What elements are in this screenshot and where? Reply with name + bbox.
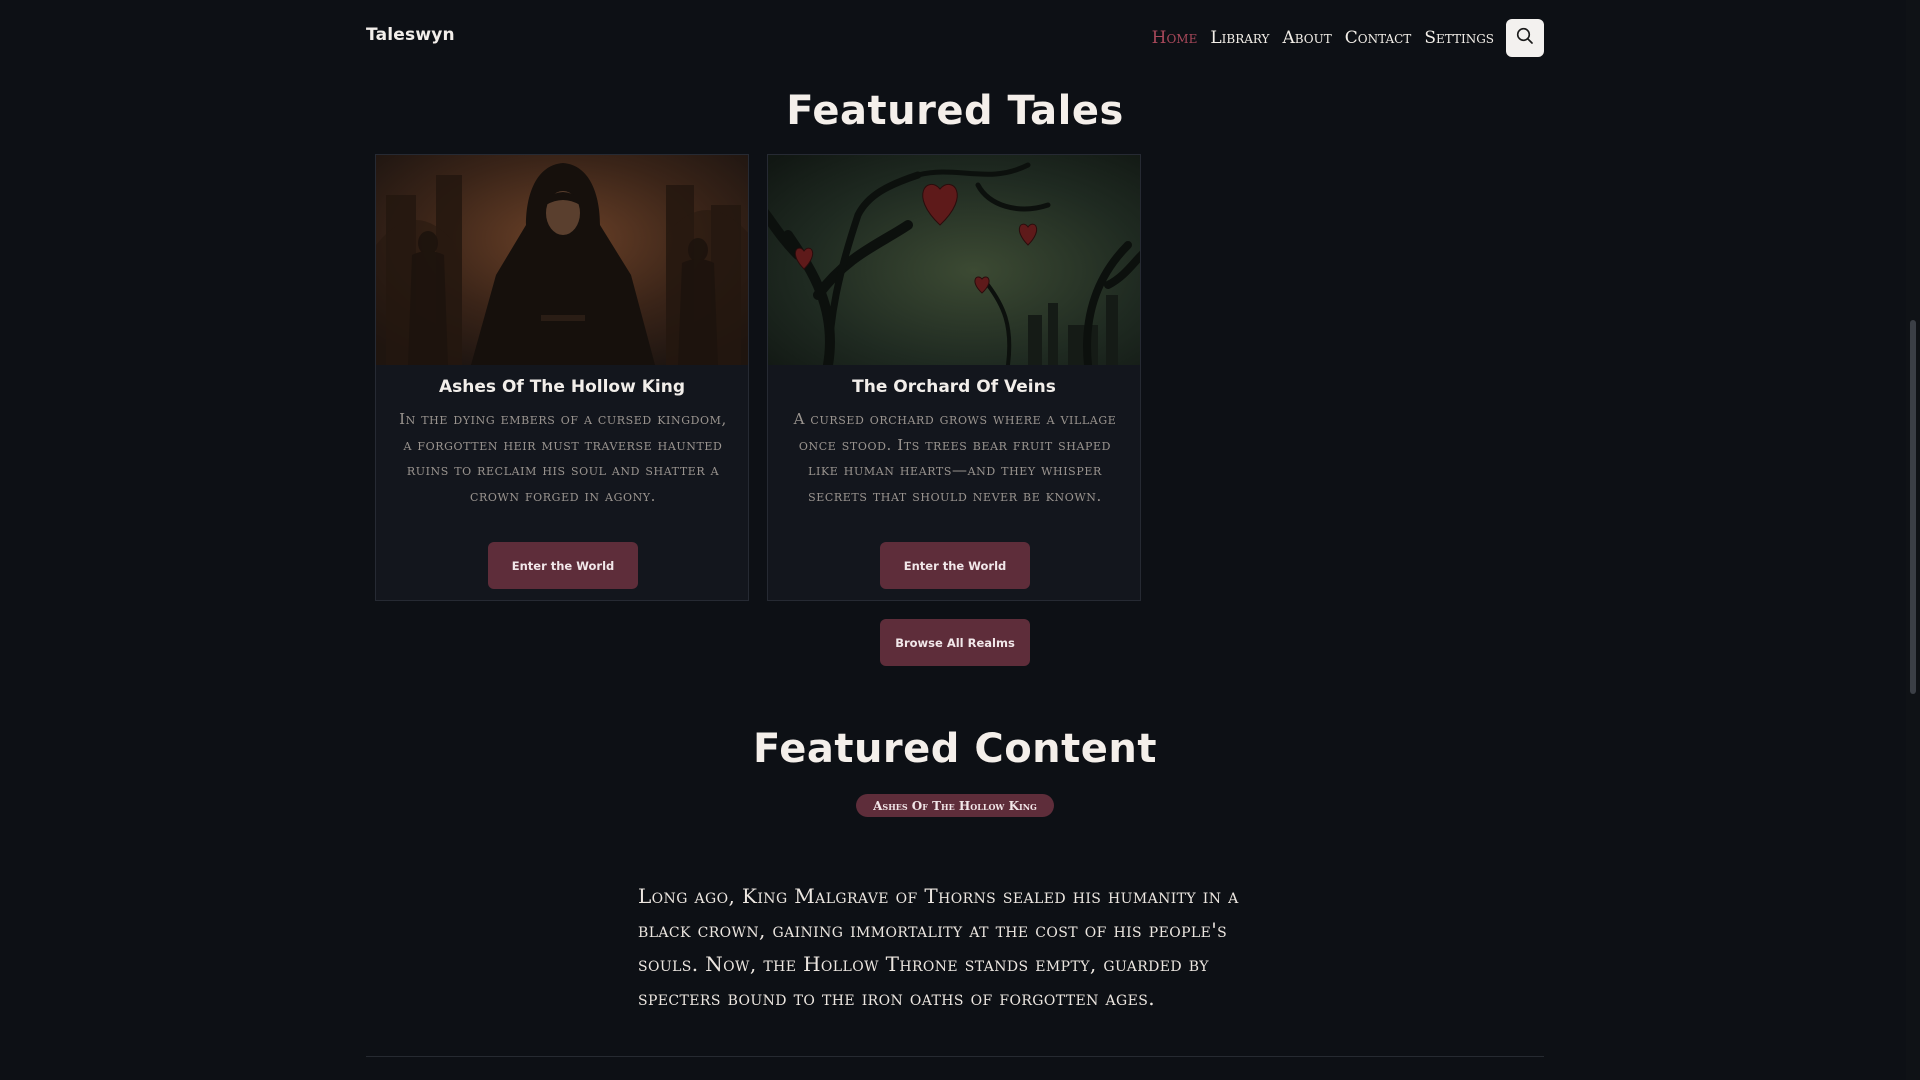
search-button[interactable] <box>1506 19 1544 57</box>
featured-tale-tag[interactable]: Ashes Of The Hollow King <box>856 794 1054 817</box>
section-divider <box>366 1056 1544 1057</box>
featured-story-text: Long ago, King Malgrave of Thorns sealed… <box>638 884 1239 1010</box>
nav-settings[interactable]: Settings <box>1424 28 1494 48</box>
enter-world-button[interactable]: Enter the World <box>488 542 638 589</box>
nav-library[interactable]: Library <box>1210 28 1269 48</box>
search-icon <box>1516 27 1534 49</box>
nav-contact[interactable]: Contact <box>1345 28 1412 48</box>
tale-card: The Orchard Of Veins A cursed orchard gr… <box>767 154 1141 601</box>
tale-title: The Orchard Of Veins <box>852 377 1056 397</box>
featured-content-heading: Featured Content <box>753 726 1157 772</box>
featured-tales-heading: Featured Tales <box>786 88 1124 134</box>
brand-logo[interactable]: Taleswyn <box>366 25 455 45</box>
main-nav: Home Library About Contact Settings <box>1139 18 1544 58</box>
tale-cover-image-orchard-of-veins <box>768 155 1140 365</box>
nav-home[interactable]: Home <box>1152 28 1198 48</box>
page-scrollbar[interactable] <box>1906 0 1920 1080</box>
browse-all-realms-button[interactable]: Browse All Realms <box>880 619 1030 666</box>
tale-cover-image-hollow-king <box>376 155 748 365</box>
tale-description: In the dying embers of a cursed kingdom,… <box>399 410 727 505</box>
site-header: Taleswyn Home Library About Contact Sett… <box>366 18 1544 58</box>
tale-card: Ashes Of The Hollow King In the dying em… <box>375 154 749 601</box>
tale-description: A cursed orchard grows where a village o… <box>793 410 1117 505</box>
enter-world-button[interactable]: Enter the World <box>880 542 1030 589</box>
scrollbar-thumb[interactable] <box>1910 320 1916 694</box>
page: Taleswyn Home Library About Contact Sett… <box>0 0 1920 1080</box>
tale-title: Ashes Of The Hollow King <box>439 377 685 397</box>
nav-about[interactable]: About <box>1282 28 1331 48</box>
